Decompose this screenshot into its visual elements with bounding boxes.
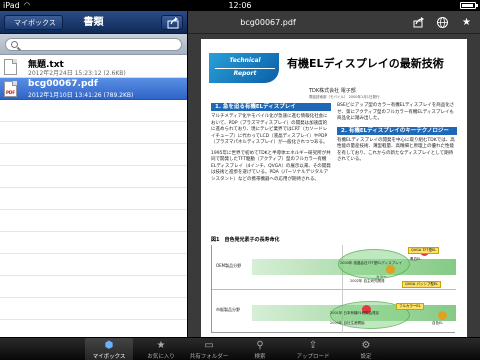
settings-icon: ⚙	[361, 340, 371, 351]
figure-divider	[212, 289, 456, 290]
globe-icon[interactable]	[436, 16, 449, 29]
figure-diagram: OEM製品分野 市販製品分野 黒白EL カラー 自色EL QVGA TFT型EL…	[211, 245, 456, 333]
pdf-page[interactable]: Technical Report 有機ELディスプレイの最新技術 TDK株式会社…	[201, 39, 467, 337]
share-icon[interactable]	[412, 16, 425, 29]
folder-title: 書類	[83, 17, 104, 28]
orange-marker	[438, 311, 447, 320]
search-field	[5, 38, 182, 51]
figure-label: 2000年 液晶会社TFT型ELディスプレイ	[340, 261, 403, 265]
tab-label: アップロード	[296, 354, 330, 360]
pdf-file-icon	[4, 81, 17, 97]
share-icon	[167, 17, 179, 29]
empty-row	[0, 166, 187, 188]
ipad-screen: iPad ◠ 12:06 マイボックス 書類 無題.txt 2012年2月24日…	[0, 0, 480, 360]
tab-label: お気に入り	[147, 354, 175, 360]
figure-marker-label: 黒白EL	[410, 257, 422, 261]
mybox-icon: ⬢	[104, 340, 114, 351]
empty-row	[0, 188, 187, 210]
viewer-toolbar: bcg00067.pdf ★	[188, 11, 480, 34]
tab-label: 設定	[360, 354, 372, 360]
figure-row-label: OEM製品分野	[216, 263, 242, 268]
paragraph: BSEビにアップ型のカラー有機ELディスプレイを商品化させ、第にアクティブ型のフ…	[337, 103, 455, 121]
empty-row	[0, 144, 187, 166]
tab-shared-folder[interactable]: ▭ 共有フォルダー	[185, 338, 233, 360]
file-meta: 2012年2月24日 15:23:12 (2.6KB)	[28, 70, 126, 77]
battery-icon	[460, 2, 478, 9]
upload-icon: ⇪	[308, 340, 318, 351]
article-heading: 有機ELディスプレイの最新技術	[287, 57, 444, 70]
tab-settings[interactable]: ⚙ 設定	[342, 338, 390, 360]
empty-row	[0, 122, 187, 144]
article-byline: TDK株式会社 電子部	[309, 88, 356, 94]
article-banner: Technical Report 有機ELディスプレイの最新技術	[209, 53, 459, 83]
star-icon: ★	[156, 340, 166, 351]
clock: 12:06	[228, 1, 252, 10]
figure-pill: QVGA パッシブ型EL	[402, 281, 442, 288]
empty-row	[0, 210, 187, 232]
shared-folder-icon: ▭	[204, 340, 214, 351]
tag-line-2: Report	[215, 68, 275, 77]
tab-label: 検索	[254, 354, 266, 360]
tab-upload[interactable]: ⇪ アップロード	[289, 338, 337, 360]
search-icon: ⚲	[256, 340, 264, 351]
paragraph: 1995年に世界で初めてTDKと半導体エネルギー研究所が共同で開発したTFT駆動…	[211, 150, 331, 182]
search-bar	[0, 34, 187, 55]
section-heading-1: 1. 急を迫る有機ELディスプレイ	[211, 103, 331, 111]
text-file-icon	[4, 59, 17, 75]
search-icon	[11, 41, 18, 48]
section-heading-2: 2. 有機ELディスプレイのキーテクノロジー	[337, 126, 457, 135]
file-row-txt[interactable]: 無題.txt 2012年2月24日 15:23:12 (2.6KB)	[0, 56, 187, 78]
technical-report-tag: Technical Report	[209, 53, 279, 83]
file-name: bcg00067.pdf	[28, 79, 98, 89]
figure-pill: QVGA TFT型EL	[408, 247, 440, 254]
article-byline-sub: 電話技術部（モバイル） 2000年1月1日発行	[309, 95, 380, 99]
figure-label: 2002年 自主研究開発	[350, 279, 385, 283]
paragraph: 有機ELディスプレイの開発を中心に取り組むTDKでは、高性能の量産技術、薄型軽量…	[337, 137, 455, 163]
left-column: 1. 急を迫る有機ELディスプレイ マルチメディア化やモバイル化が急速に進む情報…	[211, 103, 331, 187]
share-button[interactable]	[161, 15, 183, 30]
figure-label: 2001年 日本有機EL研究会発足	[330, 311, 380, 315]
search-input[interactable]	[22, 40, 172, 50]
paragraph: マルチメディア化やモバイル化が急速に進む情報化社会において、PDP（プラズマディ…	[211, 114, 328, 145]
empty-row	[0, 232, 187, 254]
tab-search[interactable]: ⚲ 検索	[236, 338, 284, 360]
tab-mybox[interactable]: ⬢ マイボックス	[85, 338, 133, 360]
tab-favorites[interactable]: ★ お気に入り	[137, 338, 185, 360]
file-row-pdf[interactable]: bcg00067.pdf 2012年1月10日 13:41:26 (789.2K…	[0, 78, 187, 100]
figure-pill: フルカラーEL	[396, 303, 424, 310]
figure-label: 2003年 自社生産開始	[330, 321, 365, 325]
empty-row	[0, 100, 187, 122]
tab-label: 共有フォルダー	[189, 354, 229, 360]
tag-line-1: Technical	[229, 57, 261, 64]
tab-bar: ⬢ マイボックス ★ お気に入り ▭ 共有フォルダー ⚲ 検索 ⇪ アップロード…	[0, 337, 480, 360]
file-list: 無題.txt 2012年2月24日 15:23:12 (2.6KB) bcg00…	[0, 56, 187, 320]
right-column: BSEビにアップ型のカラー有機ELディスプレイを商品化させ、第にアクティブ型のフ…	[337, 103, 457, 168]
empty-row	[0, 298, 187, 320]
file-meta: 2012年1月10日 13:41:26 (789.2KB)	[28, 92, 134, 99]
status-bar: iPad ◠ 12:06	[0, 0, 480, 11]
file-browser-pane: マイボックス 書類 無題.txt 2012年2月24日 15:23:12 (2.…	[0, 11, 187, 337]
file-browser-toolbar: マイボックス 書類	[0, 11, 187, 34]
figure-title: 図1 自色発光素子の長寿命化	[211, 237, 280, 243]
figure-marker-label: 自色EL	[432, 321, 444, 325]
orange-marker	[386, 265, 395, 274]
bookmark-star-icon[interactable]: ★	[460, 16, 473, 29]
document-title: bcg00067.pdf	[240, 18, 296, 27]
figure-row-label: 市販製品分野	[216, 307, 240, 312]
tab-label: マイボックス	[92, 354, 126, 360]
empty-row	[0, 276, 187, 298]
document-viewer-pane: bcg00067.pdf ★ Technical Report 有機ELディスプ…	[188, 11, 480, 337]
empty-row	[0, 254, 187, 276]
